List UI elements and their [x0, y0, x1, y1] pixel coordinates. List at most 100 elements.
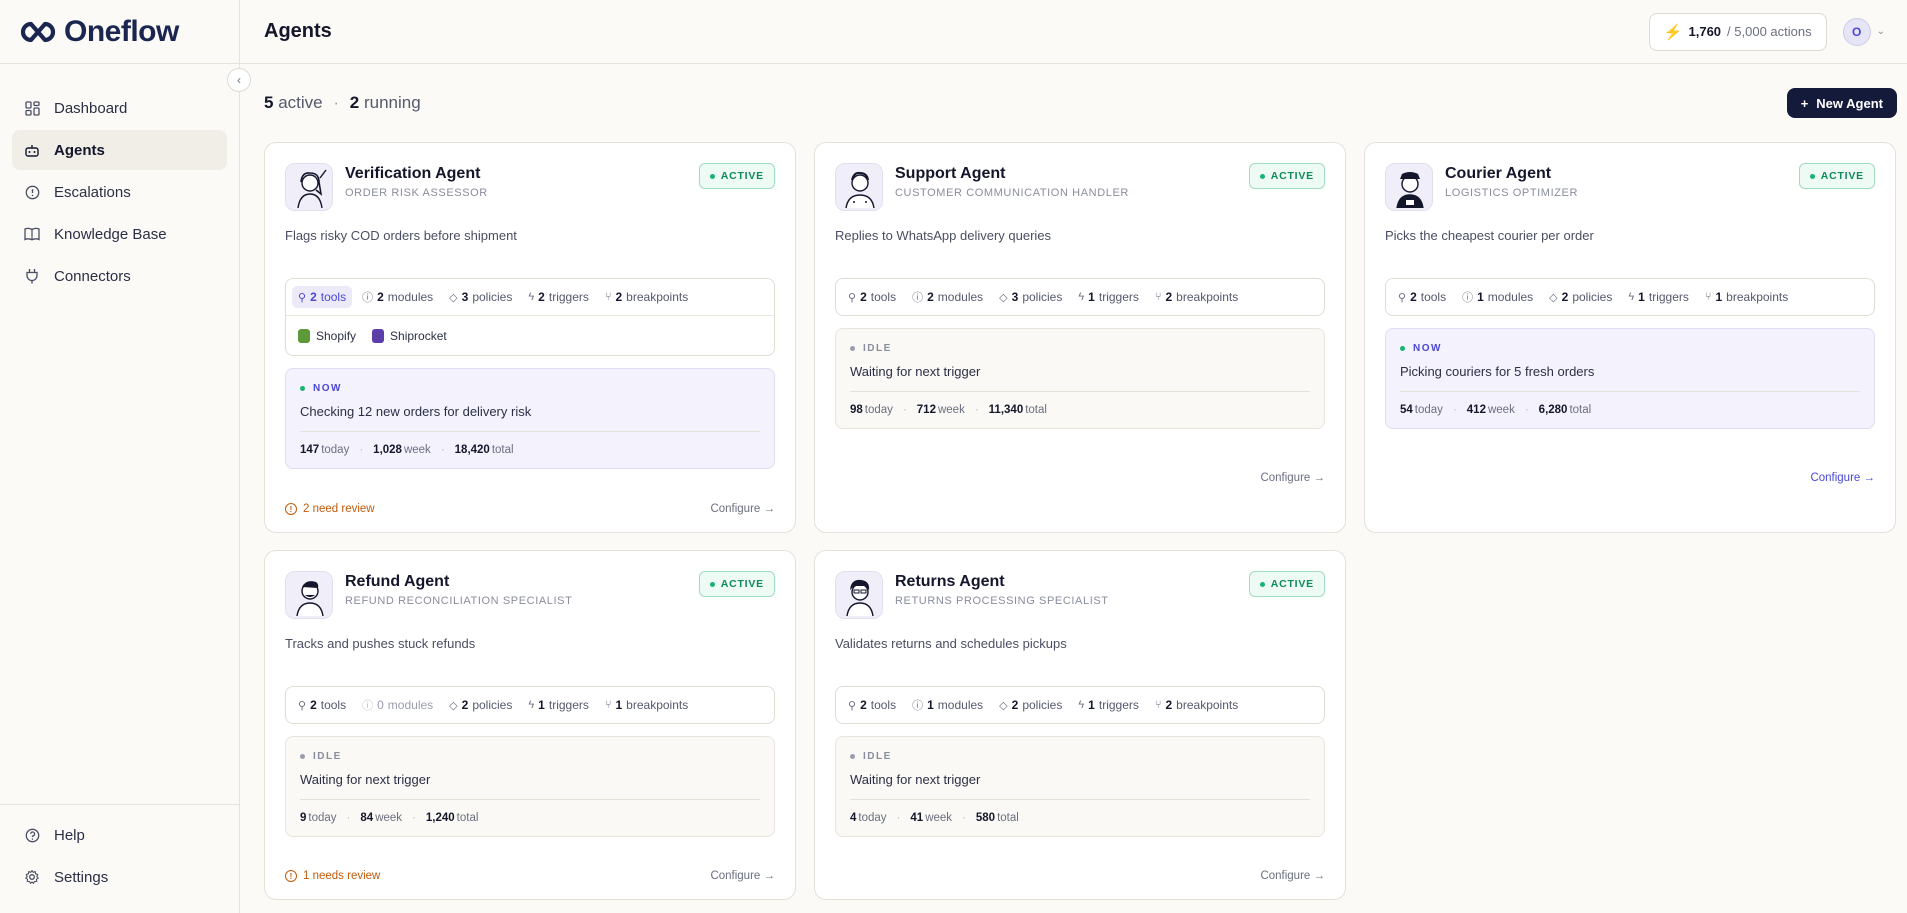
stat-total-value: 18,420	[454, 444, 490, 456]
shiprocket-icon	[372, 328, 385, 343]
tools-chip[interactable]: ⚲ 2 tools	[292, 286, 353, 308]
agent-card-support[interactable]: Support Agent CUSTOMER COMMUNICATION HAN…	[814, 142, 1346, 533]
policies-count: 2	[461, 698, 469, 712]
topbar: Agents ⚡ 1,760 / 5,000 actions O ⌄	[240, 0, 1907, 64]
configure-link[interactable]: Configure →	[1260, 870, 1325, 882]
stat-total-label: total	[1025, 404, 1047, 416]
branch-icon: ⑂	[604, 291, 612, 303]
tools-count: 2	[1410, 290, 1417, 304]
bolt-icon: ϟ	[528, 291, 535, 303]
agent-card-verification[interactable]: Verification Agent ORDER RISK ASSESSOR A…	[264, 142, 796, 533]
triggers-chip[interactable]: ϟ 1 triggers	[1622, 286, 1695, 308]
policies-count: 3	[461, 290, 469, 304]
policies-chip[interactable]: ◇ 2 policies	[1543, 286, 1618, 308]
branch-icon: ⑂	[604, 699, 612, 711]
stat-today-label: today	[858, 812, 887, 824]
sidebar-item-agents[interactable]: Agents	[12, 130, 227, 170]
agent-card-courier[interactable]: Courier Agent LOGISTICS OPTIMIZER ACTIVE…	[1364, 142, 1896, 533]
tools-count: 2	[860, 698, 867, 712]
status-label: ACTIVE	[1820, 170, 1864, 182]
chevron-left-icon: ‹	[237, 73, 241, 87]
activity-text: Waiting for next trigger	[300, 772, 760, 800]
breakpoints-chip[interactable]: ⑂ 2 breakpoints	[599, 286, 694, 308]
agent-stats: 98 today · 712 week · 11,340 total	[850, 404, 1047, 416]
stat-today-value: 98	[850, 404, 863, 416]
tools-chip[interactable]: ⚲ 2 tools	[292, 694, 352, 716]
book-icon	[24, 226, 40, 242]
triggers-label: triggers	[1648, 290, 1689, 304]
sidebar-item-help[interactable]: Help	[12, 815, 227, 855]
agent-avatar	[835, 571, 883, 619]
sidebar-item-dashboard[interactable]: Dashboard	[12, 88, 227, 128]
breakpoints-count: 2	[615, 290, 623, 304]
status-label: ACTIVE	[720, 170, 764, 182]
configure-link[interactable]: Configure →	[710, 870, 775, 882]
agents-summary: 5 active · 2 running	[264, 93, 421, 113]
branch-icon: ⑂	[1154, 291, 1162, 303]
activity-text: Picking couriers for 5 fresh orders	[1400, 364, 1860, 392]
modules-chip[interactable]: ⓘ 2 modules	[906, 285, 989, 309]
sidebar-item-connectors[interactable]: Connectors	[12, 256, 227, 296]
connector-shopify[interactable]: Shopify	[298, 328, 356, 343]
agent-role: CUSTOMER COMMUNICATION HANDLER	[895, 187, 1129, 199]
modules-count: 1	[927, 698, 934, 712]
capabilities-panel: ⚲ 2 tools ⓘ 0 modules ◇ 2 policies ϟ 1 triggers …	[285, 686, 775, 724]
connector-shiprocket[interactable]: Shiprocket	[372, 328, 447, 343]
sidebar-item-settings[interactable]: Settings	[12, 857, 227, 897]
modules-chip[interactable]: ⓘ 1 modules	[906, 693, 989, 717]
review-warning[interactable]: ! 2 need review	[285, 503, 375, 515]
breakpoints-chip[interactable]: ⑂ 2 breakpoints	[1149, 694, 1244, 716]
sidebar-item-knowledge-base[interactable]: Knowledge Base	[12, 214, 227, 254]
stat-today-label: today	[864, 404, 893, 416]
policies-chip[interactable]: ◇ 2 policies	[993, 694, 1068, 716]
tools-label: tools	[320, 290, 347, 304]
help-icon	[24, 827, 40, 843]
breakpoints-chip[interactable]: ⑂ 1 breakpoints	[599, 694, 694, 716]
status-dot-icon	[709, 173, 715, 179]
warning-icon: !	[285, 503, 297, 515]
activity-panel: IDLE Waiting for next trigger 4 today · 41…	[835, 736, 1325, 837]
modules-label: modules	[937, 290, 984, 304]
summary-separator: ·	[333, 93, 340, 112]
configure-link[interactable]: Configure →	[710, 503, 775, 515]
modules-chip[interactable]: ⓘ 0 modules	[356, 693, 439, 717]
policies-count: 2	[1011, 698, 1019, 712]
configure-link[interactable]: Configure →	[1260, 472, 1325, 484]
triggers-chip[interactable]: ϟ 1 triggers	[1072, 694, 1145, 716]
modules-chip[interactable]: ⓘ 1 modules	[1456, 285, 1539, 309]
triggers-chip[interactable]: ϟ 1 triggers	[522, 694, 595, 716]
modules-chip[interactable]: ⓘ 2 modules	[356, 285, 439, 309]
bolt-icon: ϟ	[528, 699, 535, 711]
triggers-chip[interactable]: ϟ 1 triggers	[1072, 286, 1145, 308]
agent-name: Refund Agent	[345, 573, 450, 590]
account-menu[interactable]: O ⌄	[1842, 17, 1885, 46]
usage-indicator[interactable]: ⚡ 1,760 / 5,000 actions	[1648, 12, 1827, 51]
tools-chip[interactable]: ⚲ 2 tools	[842, 286, 902, 308]
activity-dot-icon	[1400, 346, 1405, 351]
usage-total: / 5,000 actions	[1727, 24, 1812, 39]
policies-chip[interactable]: ◇ 2 policies	[443, 694, 518, 716]
policies-chip[interactable]: ◇ 3 policies	[993, 286, 1068, 308]
shield-icon: ◇	[449, 291, 458, 304]
review-warning[interactable]: ! 1 needs review	[285, 870, 380, 882]
stat-total-label: total	[456, 812, 479, 824]
branch-icon: ⑂	[1154, 699, 1162, 711]
tools-chip[interactable]: ⚲ 2 tools	[1392, 286, 1452, 308]
bot-icon	[24, 142, 40, 158]
breakpoints-chip[interactable]: ⑂ 1 breakpoints	[1699, 286, 1794, 308]
agent-card-returns[interactable]: Returns Agent RETURNS PROCESSING SPECIAL…	[814, 550, 1346, 900]
breakpoints-chip[interactable]: ⑂ 2 breakpoints	[1149, 286, 1244, 308]
tools-chip[interactable]: ⚲ 2 tools	[842, 694, 902, 716]
sidebar-item-escalations[interactable]: Escalations	[12, 172, 227, 212]
policies-chip[interactable]: ◇ 3 policies	[443, 286, 518, 308]
triggers-chip[interactable]: ϟ 2 triggers	[522, 286, 595, 308]
breakpoints-label: breakpoints	[1176, 698, 1239, 712]
brand-logo[interactable]: Oneflow	[0, 0, 239, 64]
capabilities-panel: ⚲ 2 tools ⓘ 2 modules ◇ 3 policies ϟ 1 triggers …	[835, 278, 1325, 316]
wrench-icon: ⚲	[848, 291, 857, 304]
new-agent-button[interactable]: + New Agent	[1786, 88, 1897, 118]
configure-link[interactable]: Configure →	[1810, 472, 1875, 484]
wrench-icon: ⚲	[848, 699, 857, 712]
agent-card-refund[interactable]: Refund Agent REFUND RECONCILIATION SPECI…	[264, 550, 796, 900]
collapse-sidebar-button[interactable]: ‹	[227, 68, 251, 92]
